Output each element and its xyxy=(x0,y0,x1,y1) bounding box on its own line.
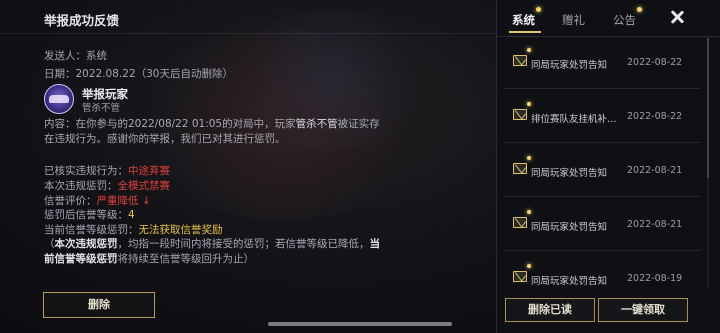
mail-list-scrollbar[interactable] xyxy=(707,38,709,288)
mail-sender: 发送人：系统 xyxy=(44,48,107,63)
row-label: 本次违规惩罚： xyxy=(44,179,118,192)
penalty-details: 已核实违规行为：中途弃赛 本次违规惩罚：全模式禁赛 信誉评价：严重降低 ↓ 惩罚… xyxy=(44,164,223,238)
row-value: 全模式禁赛 xyxy=(117,179,171,192)
unread-dot xyxy=(527,210,531,214)
row-value: 中途弃赛 xyxy=(128,165,170,177)
list-divider xyxy=(503,88,701,89)
row-value: 严重降低 ↓ xyxy=(96,194,151,207)
row-label: 信誉评价： xyxy=(44,194,97,207)
tab-announcement[interactable]: 公告 xyxy=(613,12,636,28)
mail-item-title: 同局玩家处罚告知 xyxy=(531,222,608,233)
mail-date: 日期：2022.08.22（30天后自动删除） xyxy=(44,66,233,81)
content-player: 管杀不管 xyxy=(295,118,338,130)
unread-dot xyxy=(527,156,531,160)
mail-item-date: 2022-08-21 xyxy=(627,165,683,176)
close-icon[interactable] xyxy=(669,9,685,25)
reporter-avatar xyxy=(44,84,74,114)
content-prefix: 内容：在你参与的2022/08/22 01:05的对局中，玩家 xyxy=(44,118,296,130)
mail-item-title: 同局玩家处罚告知 xyxy=(531,276,608,287)
list-divider xyxy=(503,196,701,197)
mail-item-date: 2022-08-19 xyxy=(627,273,683,284)
penalty-row: 本次违规惩罚：全模式禁赛 xyxy=(44,179,223,194)
penalty-notice: （本次违规惩罚，均指一段时间内将接受的惩罚；若信誉等级已降低，当前信誉等级惩罚将… xyxy=(44,237,389,266)
tab-system[interactable]: 系统 xyxy=(512,12,535,28)
sender-value: 系统 xyxy=(86,50,107,62)
list-item[interactable]: 排位赛队友挂机补偿... 2022-08-22 xyxy=(503,91,701,143)
date-label: 日期： xyxy=(44,68,76,80)
tab-gift[interactable]: 赠礼 xyxy=(562,12,585,28)
mail-item-title: 同局玩家处罚告知 xyxy=(531,60,608,71)
unread-dot xyxy=(527,102,531,106)
delete-button[interactable]: 删除 xyxy=(43,292,155,318)
mail-detail-panel: 举报成功反馈 发送人：系统 日期：2022.08.22（30天后自动删除） 举报… xyxy=(0,0,496,333)
list-divider xyxy=(503,250,701,251)
envelope-icon xyxy=(513,55,527,66)
tab-unread-dot xyxy=(536,7,541,12)
penalty-row: 已核实违规行为：中途弃赛 xyxy=(44,164,223,179)
envelope-icon xyxy=(513,109,527,120)
tab-unread-dot xyxy=(637,7,642,12)
mailbox-panel: 系统 赠礼 公告 同局玩家处罚告知 2022-08-22 排位赛队友挂机补偿..… xyxy=(496,0,720,333)
list-item[interactable]: 同局玩家处罚告知 2022-08-21 xyxy=(503,145,701,197)
mail-item-date: 2022-08-22 xyxy=(627,57,683,68)
penalty-row: 信誉评价：严重降低 ↓ xyxy=(44,194,223,209)
mail-item-date: 2022-08-22 xyxy=(627,111,683,122)
row-label: 当前信誉等级惩罚： xyxy=(44,224,139,237)
envelope-icon xyxy=(513,271,527,282)
row-value: 4 xyxy=(128,209,135,222)
penalty-row: 当前信誉等级惩罚：无法获取信誉奖励 xyxy=(44,223,223,238)
penalty-row: 惩罚后信誉等级：4 xyxy=(44,208,223,223)
mail-item-date: 2022-08-21 xyxy=(627,219,683,230)
mail-detail-title: 举报成功反馈 xyxy=(44,13,120,28)
home-indicator[interactable] xyxy=(268,322,452,326)
list-item[interactable]: 同局玩家处罚告知 2022-08-19 xyxy=(503,253,701,287)
active-tab-indicator xyxy=(509,31,541,33)
envelope-icon xyxy=(513,163,527,174)
row-label: 惩罚后信誉等级： xyxy=(44,209,128,222)
envelope-icon xyxy=(513,217,527,228)
scrollbar-thumb[interactable] xyxy=(707,38,709,178)
row-label: 已核实违规行为： xyxy=(44,165,128,177)
mail-list: 同局玩家处罚告知 2022-08-22 排位赛队友挂机补偿... 2022-08… xyxy=(503,37,701,287)
sender-label: 发送人： xyxy=(44,50,86,62)
unread-dot xyxy=(527,48,531,52)
avatar-figure xyxy=(49,95,69,103)
unread-dot xyxy=(527,264,531,268)
claim-all-button[interactable]: 一键领取 xyxy=(598,298,688,322)
row-value: 无法获取信誉奖励 xyxy=(138,224,223,237)
mailbox-tabs: 系统 赠礼 公告 xyxy=(497,0,720,36)
notice-text: 将持续至信誉等级回升为止） xyxy=(117,252,255,265)
notice-text: （ xyxy=(44,238,55,250)
title-divider xyxy=(0,33,496,34)
date-value: 2022.08.22（30天后自动删除） xyxy=(75,68,233,80)
mail-item-title: 排位赛队友挂机补偿... xyxy=(531,114,623,125)
delete-read-button[interactable]: 删除已读 xyxy=(505,298,595,322)
list-item[interactable]: 同局玩家处罚告知 2022-08-22 xyxy=(503,37,701,89)
list-divider xyxy=(503,142,701,143)
mail-content: 内容：在你参与的2022/08/22 01:05的对局中，玩家管杀不管被证实存在… xyxy=(44,117,389,147)
list-item[interactable]: 同局玩家处罚告知 2022-08-21 xyxy=(503,199,701,251)
reporter-name: 管杀不管 xyxy=(82,103,121,114)
notice-text: ，均指一段时间内将接受的惩罚；若信誉等级已降低， xyxy=(117,238,370,250)
mail-item-title: 同局玩家处罚告知 xyxy=(531,168,608,179)
notice-emphasis: 本次违规惩罚 xyxy=(54,238,118,250)
